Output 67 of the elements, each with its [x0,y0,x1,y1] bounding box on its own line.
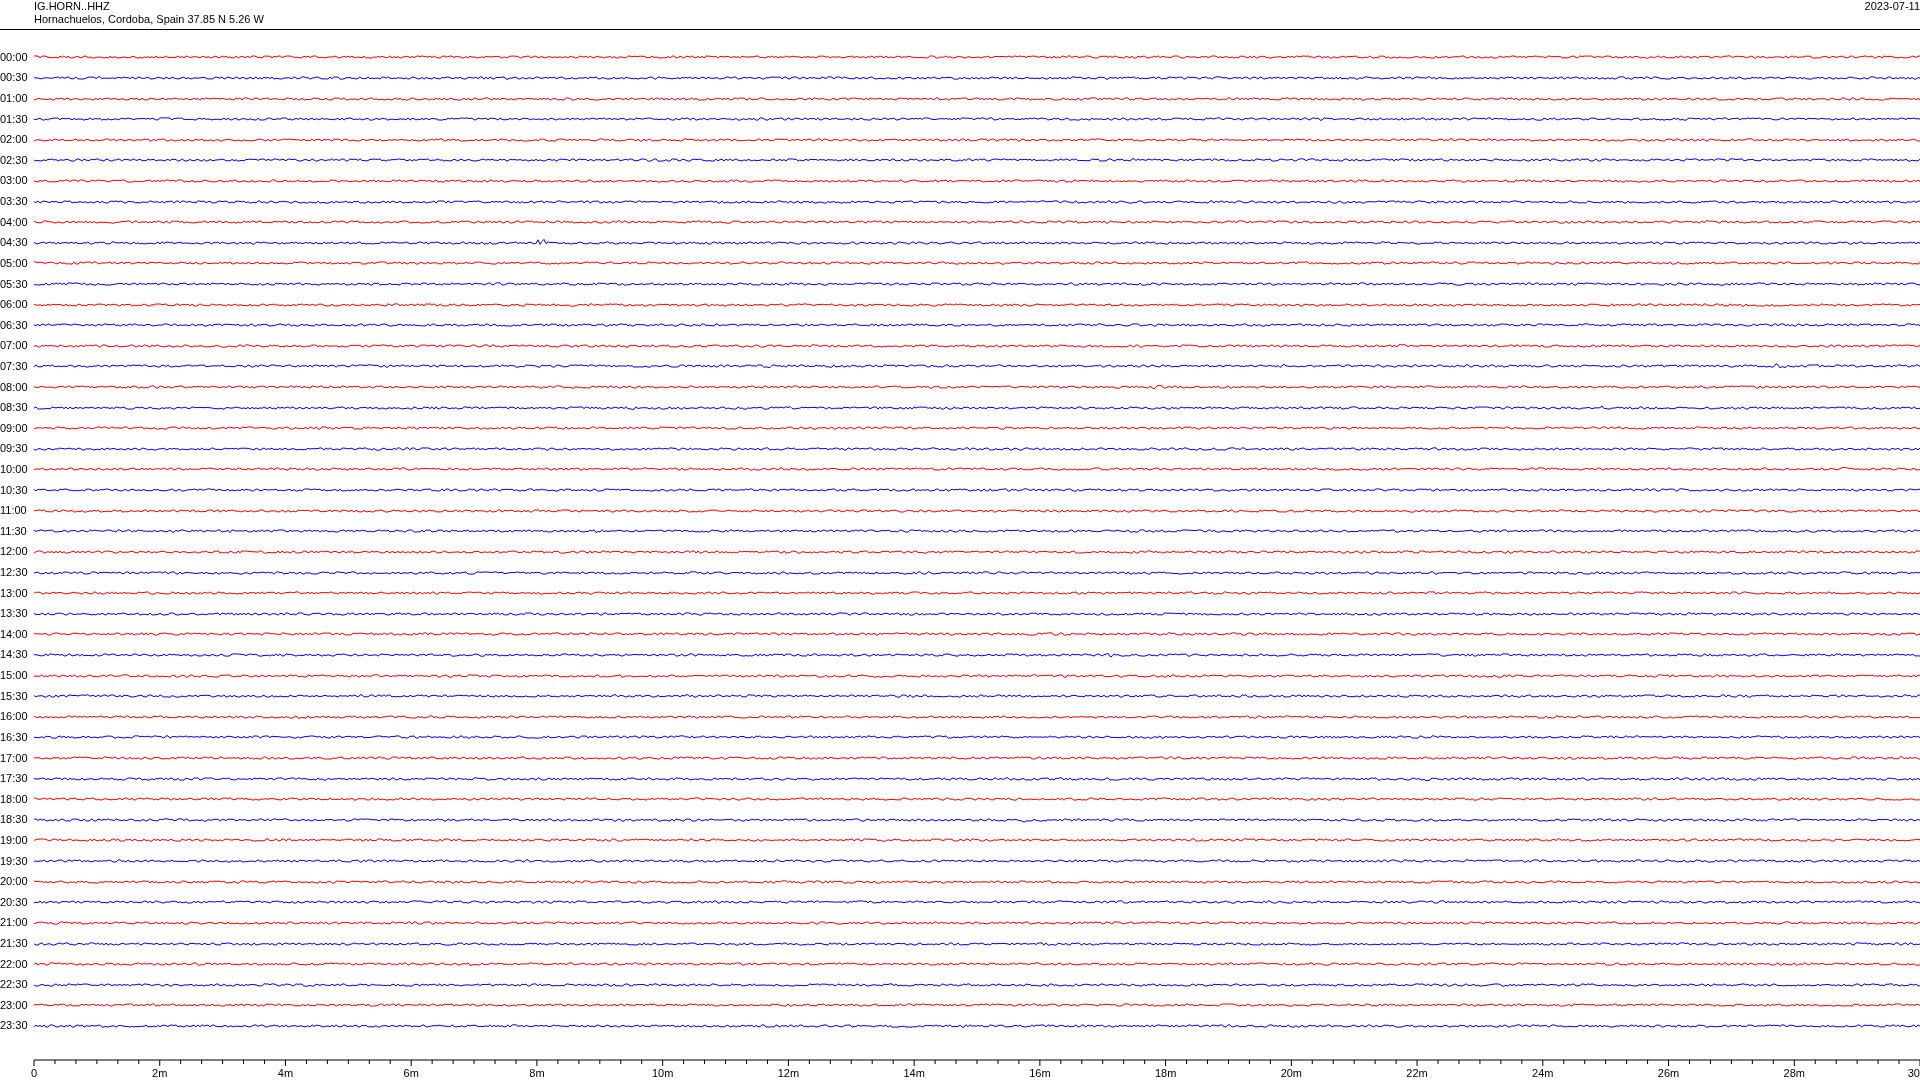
time-label: 22:30 [0,978,29,992]
time-label: 08:00 [0,380,29,394]
time-label: 23:30 [0,1019,29,1033]
time-label: 10:00 [0,463,29,476]
time-label: 00:00 [0,50,29,64]
time-label: 04:00 [0,215,29,229]
time-label: 18:00 [0,792,29,806]
axis-label: 12m [777,1067,800,1080]
axis-label: 6m [403,1067,419,1080]
time-label: 23:00 [0,998,29,1012]
time-label: 06:30 [0,318,29,332]
time-label: 10:30 [0,483,29,497]
axis-label: 20m [1280,1067,1303,1080]
axis-label: 14m [903,1067,925,1080]
time-label: 07:00 [0,339,29,353]
time-label: 15:00 [0,669,29,683]
time-label: 16:00 [0,710,29,724]
time-label: 09:30 [0,442,29,456]
time-label: 02:30 [0,153,29,167]
axis-label: 10m [651,1067,674,1080]
time-label: 09:00 [0,421,29,435]
time-label: 21:30 [0,937,29,950]
time-label: 18:30 [0,813,29,827]
time-label: 20:30 [0,895,29,909]
time-label: 03:30 [0,195,29,209]
time-label: 19:00 [0,833,29,847]
time-label: 05:00 [0,256,29,270]
time-label: 05:30 [0,277,29,291]
time-label: 07:30 [0,359,29,373]
time-label: 12:30 [0,566,29,580]
time-label: 08:30 [0,401,29,415]
time-label: 11:00 [0,504,28,518]
time-label: 21:00 [0,916,29,930]
time-label: 16:30 [0,730,29,744]
axis-label: 4m [277,1067,294,1080]
axis-label: 0 [31,1067,38,1080]
axis-label: 8m [529,1067,545,1080]
time-label: 00:30 [0,71,29,85]
time-label: 03:00 [0,174,29,188]
axis-label: 22m [1406,1067,1428,1080]
record-date: 2023-07-11 [1864,0,1920,14]
time-label: 15:30 [0,689,29,703]
axis-label: 24m [1532,1067,1554,1080]
time-label: 17:00 [0,751,29,765]
axis-label: 16m [1029,1067,1051,1080]
time-label: 11:30 [0,524,28,538]
time-label: 20:00 [0,875,29,889]
time-label: 04:30 [0,236,29,250]
axis-label: 2m [152,1067,168,1080]
axis-label: 30 [1907,1067,1920,1080]
time-label: 12:00 [0,545,29,559]
time-label: 17:30 [0,772,29,786]
axis-label: 28m [1783,1067,1805,1080]
station-code: IG.HORN..HHZ [34,0,111,13]
time-label: 19:30 [0,854,29,868]
time-label: 06:00 [0,298,29,312]
time-label: 13:00 [0,586,29,600]
time-label: 02:00 [0,133,29,147]
axis-label: 18m [1154,1067,1177,1080]
station-location: Hornachuelos, Cordoba, Spain 37.85 N 5.26 W [34,13,264,26]
time-label: 14:30 [0,648,29,662]
time-label: 22:00 [0,957,29,971]
time-label: 01:00 [0,92,29,105]
axis-label: 26m [1657,1067,1680,1080]
time-label: 14:00 [0,627,29,641]
time-label: 13:30 [0,607,29,621]
time-label: 01:30 [0,112,29,126]
